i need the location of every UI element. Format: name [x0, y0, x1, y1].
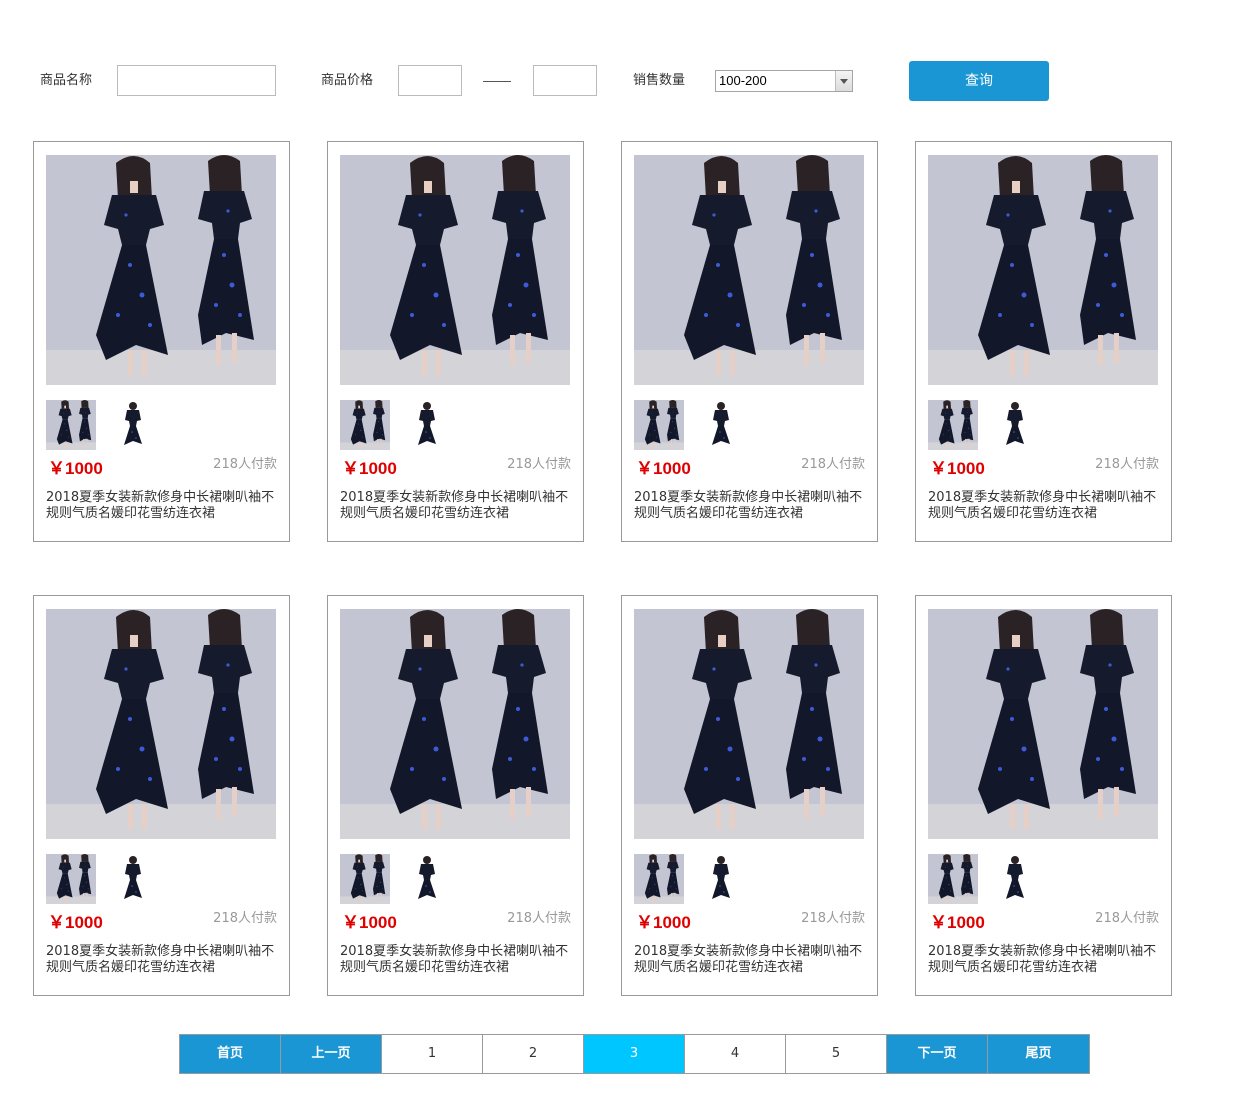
product-sold-count: 218人付款: [1095, 457, 1159, 472]
page-4-button[interactable]: 4: [685, 1035, 786, 1073]
prev-page-button[interactable]: 上一页: [281, 1035, 382, 1073]
price-label: 商品价格: [321, 73, 374, 88]
product-thumbnail[interactable]: [108, 854, 158, 904]
product-card[interactable]: ￥1000 218人付款 2018夏季女装新款修身中长裙喇叭袖不规则气质名媛印花雪纺…: [915, 141, 1172, 542]
product-price: ￥1000: [930, 913, 985, 932]
product-name-label: 商品名称: [40, 73, 93, 88]
product-title[interactable]: 2018夏季女装新款修身中长裙喇叭袖不规则气质名媛印花雪纺连衣裙: [46, 944, 282, 976]
pagination: 首页 上一页 1 2 3 4 5 下一页 尾页: [179, 1034, 1090, 1074]
product-sold-count: 218人付款: [507, 457, 571, 472]
product-title[interactable]: 2018夏季女装新款修身中长裙喇叭袖不规则气质名媛印花雪纺连衣裙: [928, 944, 1164, 976]
product-image[interactable]: [46, 609, 276, 839]
product-image[interactable]: [46, 155, 276, 385]
product-sold-count: 218人付款: [1095, 911, 1159, 926]
product-thumbnail[interactable]: [402, 854, 452, 904]
product-thumbnail[interactable]: [928, 400, 978, 450]
product-card[interactable]: ￥1000 218人付款 2018夏季女装新款修身中长裙喇叭袖不规则气质名媛印花雪纺…: [327, 595, 584, 996]
product-title[interactable]: 2018夏季女装新款修身中长裙喇叭袖不规则气质名媛印花雪纺连衣裙: [340, 944, 576, 976]
product-title[interactable]: 2018夏季女装新款修身中长裙喇叭袖不规则气质名媛印花雪纺连衣裙: [634, 944, 870, 976]
product-card[interactable]: ￥1000 218人付款 2018夏季女装新款修身中长裙喇叭袖不规则气质名媛印花雪纺…: [915, 595, 1172, 996]
price-separator: [483, 81, 511, 82]
page-1-button[interactable]: 1: [382, 1035, 483, 1073]
price-min-input[interactable]: [398, 65, 462, 96]
last-page-button[interactable]: 尾页: [988, 1035, 1089, 1073]
product-card[interactable]: ￥1000 218人付款 2018夏季女装新款修身中长裙喇叭袖不规则气质名媛印花雪纺…: [621, 595, 878, 996]
product-thumbnail[interactable]: [928, 854, 978, 904]
product-thumbnail[interactable]: [340, 854, 390, 904]
product-image[interactable]: [340, 609, 570, 839]
product-sold-count: 218人付款: [801, 911, 865, 926]
product-thumbnail[interactable]: [696, 854, 746, 904]
query-button[interactable]: 查询: [909, 61, 1049, 101]
product-sold-count: 218人付款: [213, 457, 277, 472]
product-price: ￥1000: [636, 459, 691, 478]
product-price: ￥1000: [930, 459, 985, 478]
first-page-button[interactable]: 首页: [180, 1035, 281, 1073]
product-image[interactable]: [340, 155, 570, 385]
page-2-button[interactable]: 2: [483, 1035, 584, 1073]
product-name-input[interactable]: [117, 65, 276, 96]
product-thumbnail[interactable]: [402, 400, 452, 450]
product-sold-count: 218人付款: [801, 457, 865, 472]
product-thumbnail[interactable]: [634, 854, 684, 904]
product-sold-count: 218人付款: [213, 911, 277, 926]
product-image[interactable]: [928, 155, 1158, 385]
product-thumbnail[interactable]: [696, 400, 746, 450]
product-image[interactable]: [634, 155, 864, 385]
product-thumbnail[interactable]: [340, 400, 390, 450]
sales-select[interactable]: 100-200: [715, 70, 853, 92]
product-thumbnail[interactable]: [46, 400, 96, 450]
page-5-button[interactable]: 5: [786, 1035, 887, 1073]
product-price: ￥1000: [636, 913, 691, 932]
product-title[interactable]: 2018夏季女装新款修身中长裙喇叭袖不规则气质名媛印花雪纺连衣裙: [46, 490, 282, 522]
product-thumbnail[interactable]: [108, 400, 158, 450]
product-title[interactable]: 2018夏季女装新款修身中长裙喇叭袖不规则气质名媛印花雪纺连衣裙: [340, 490, 576, 522]
product-price: ￥1000: [342, 459, 397, 478]
product-card[interactable]: ￥1000 218人付款 2018夏季女装新款修身中长裙喇叭袖不规则气质名媛印花雪纺…: [33, 595, 290, 996]
product-title[interactable]: 2018夏季女装新款修身中长裙喇叭袖不规则气质名媛印花雪纺连衣裙: [928, 490, 1164, 522]
product-card[interactable]: ￥1000 218人付款 2018夏季女装新款修身中长裙喇叭袖不规则气质名媛印花雪纺…: [621, 141, 878, 542]
product-price: ￥1000: [48, 459, 103, 478]
product-sold-count: 218人付款: [507, 911, 571, 926]
product-price: ￥1000: [48, 913, 103, 932]
product-card[interactable]: ￥1000 218人付款 2018夏季女装新款修身中长裙喇叭袖不规则气质名媛印花雪纺…: [327, 141, 584, 542]
product-thumbnail[interactable]: [634, 400, 684, 450]
sales-label: 销售数量: [633, 73, 686, 88]
product-title[interactable]: 2018夏季女装新款修身中长裙喇叭袖不规则气质名媛印花雪纺连衣裙: [634, 490, 870, 522]
price-max-input[interactable]: [533, 65, 597, 96]
product-price: ￥1000: [342, 913, 397, 932]
page-3-button[interactable]: 3: [584, 1035, 685, 1073]
next-page-button[interactable]: 下一页: [887, 1035, 988, 1073]
product-thumbnail[interactable]: [990, 400, 1040, 450]
product-image[interactable]: [928, 609, 1158, 839]
product-card[interactable]: ￥1000 218人付款 2018夏季女装新款修身中长裙喇叭袖不规则气质名媛印花雪纺…: [33, 141, 290, 542]
chevron-down-icon[interactable]: [835, 71, 852, 91]
product-thumbnail[interactable]: [46, 854, 96, 904]
product-thumbnail[interactable]: [990, 854, 1040, 904]
product-image[interactable]: [634, 609, 864, 839]
sales-select-value: 100-200: [719, 73, 767, 88]
